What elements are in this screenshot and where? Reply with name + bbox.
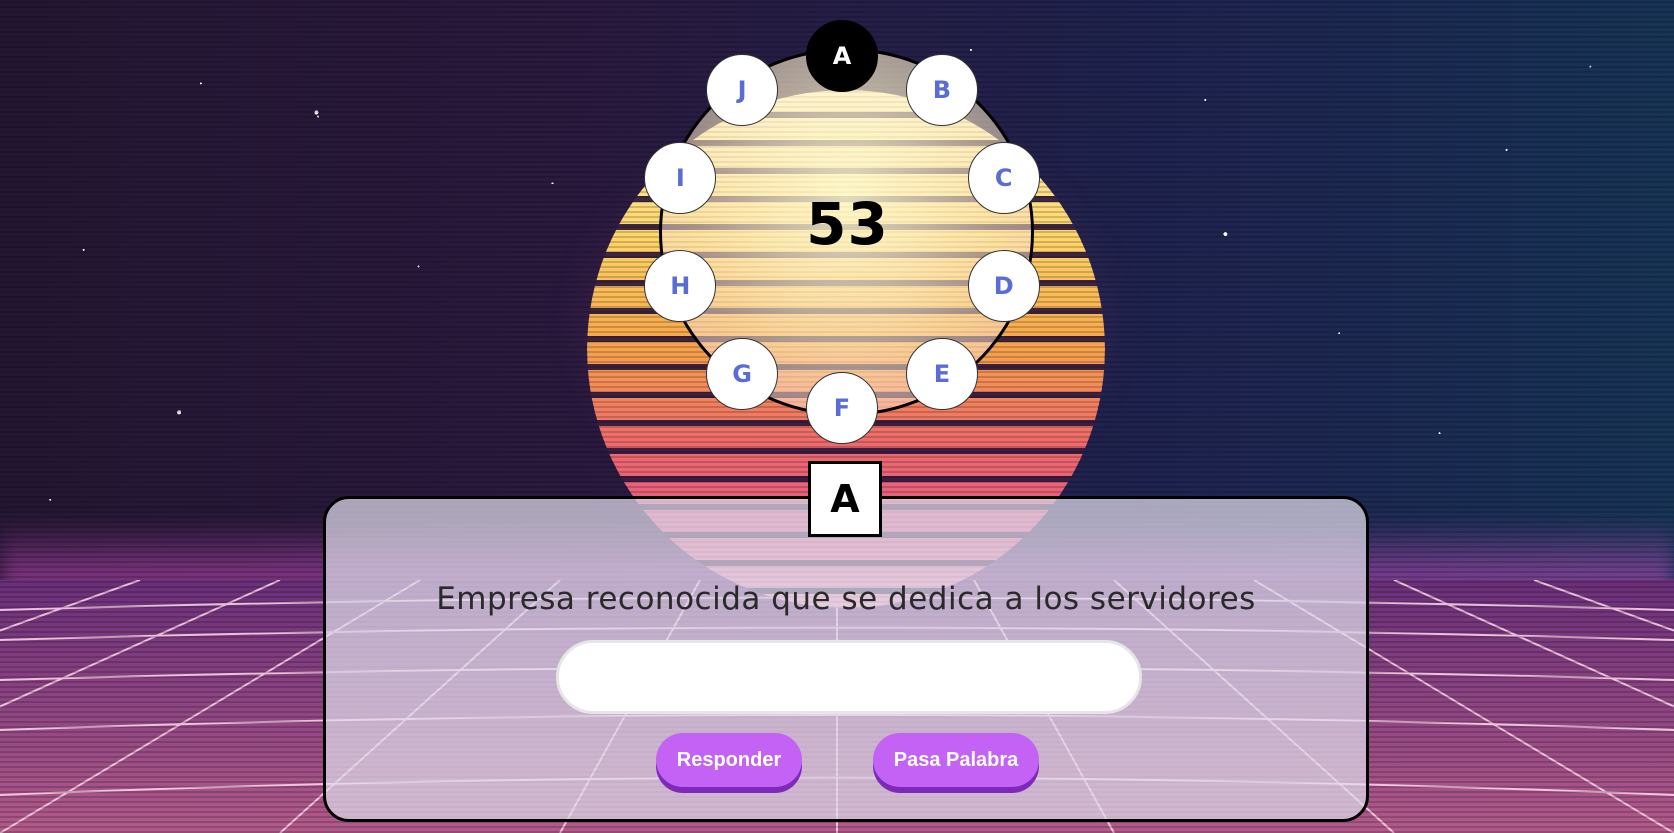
- rosco-letter-d[interactable]: D: [967, 250, 1040, 323]
- pass-word-button[interactable]: Pasa Palabra: [873, 733, 1039, 787]
- current-letter-box: A: [808, 461, 882, 537]
- answer-input[interactable]: [556, 640, 1142, 714]
- rosco-letter-j[interactable]: J: [706, 53, 779, 126]
- respond-button[interactable]: Responder: [656, 733, 802, 787]
- rosco-letter-b[interactable]: B: [905, 53, 978, 126]
- rosco-letter-a[interactable]: A: [806, 20, 878, 92]
- remaining-counter: 53: [806, 190, 889, 258]
- rosco-letter-g[interactable]: G: [706, 338, 779, 411]
- question-text: Empresa reconocida que se dedica a los s…: [436, 581, 1256, 617]
- rosco-letter-i[interactable]: I: [644, 141, 717, 214]
- rosco-letter-f[interactable]: F: [806, 372, 878, 444]
- question-panel: Empresa reconocida que se dedica a los s…: [323, 496, 1369, 822]
- rosco-letter-e[interactable]: E: [905, 338, 978, 411]
- rosco-letter-c[interactable]: C: [967, 141, 1040, 214]
